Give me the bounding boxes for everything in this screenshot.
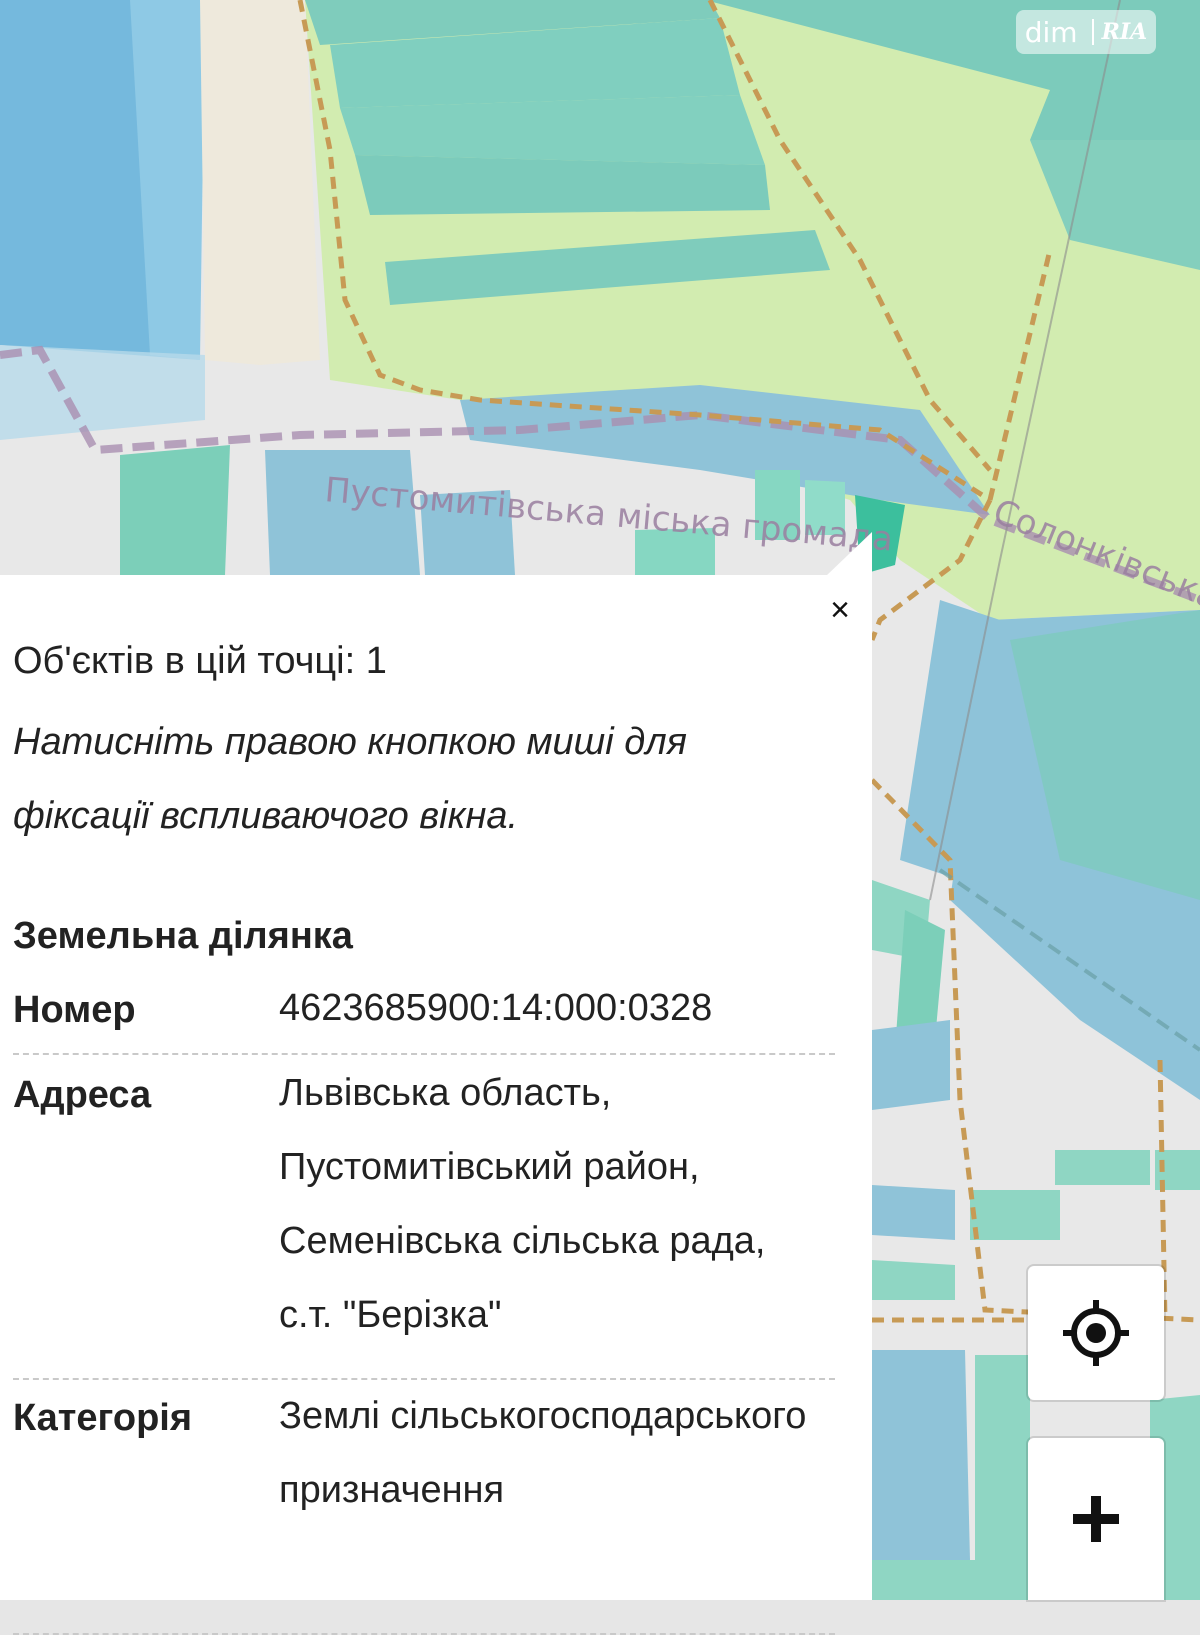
section-title: Земельна ділянка (13, 915, 353, 957)
info-row-number: Номер 4623685900:14:000:0328 (13, 985, 835, 1055)
watermark-logo: dim RIA (1016, 10, 1156, 54)
row-value-address: Львівська область, Пустомитівський район… (279, 1072, 766, 1336)
info-row-address: Адреса Львівська область, Пустомитівськи… (13, 1066, 835, 1380)
close-icon: × (830, 590, 850, 629)
watermark-dim: dim (1024, 15, 1078, 49)
row-label-category: Категорія (13, 1397, 193, 1439)
popup-tip (826, 532, 872, 576)
row-label-number: Номер (13, 989, 136, 1031)
row-label-address: Адреса (13, 1074, 152, 1116)
watermark-ria: RIA (1091, 19, 1147, 45)
close-button[interactable]: × (822, 590, 858, 629)
zoom-in-button[interactable] (1028, 1438, 1164, 1600)
locate-button[interactable] (1028, 1266, 1164, 1400)
row-value-number: 4623685900:14:000:0328 (279, 987, 713, 1029)
objects-count-text: Об'єктів в цій точці: 1 (13, 640, 387, 682)
plus-icon (1073, 1496, 1119, 1542)
row-value-category: Землі сільськогосподарського призначення (279, 1395, 807, 1511)
popup-hint-text: Натисніть правою кнопкою миші для фіксац… (13, 721, 687, 837)
info-row-category: Категорія Землі сільськогосподарського п… (13, 1393, 835, 1635)
locate-target-icon (1063, 1300, 1129, 1366)
